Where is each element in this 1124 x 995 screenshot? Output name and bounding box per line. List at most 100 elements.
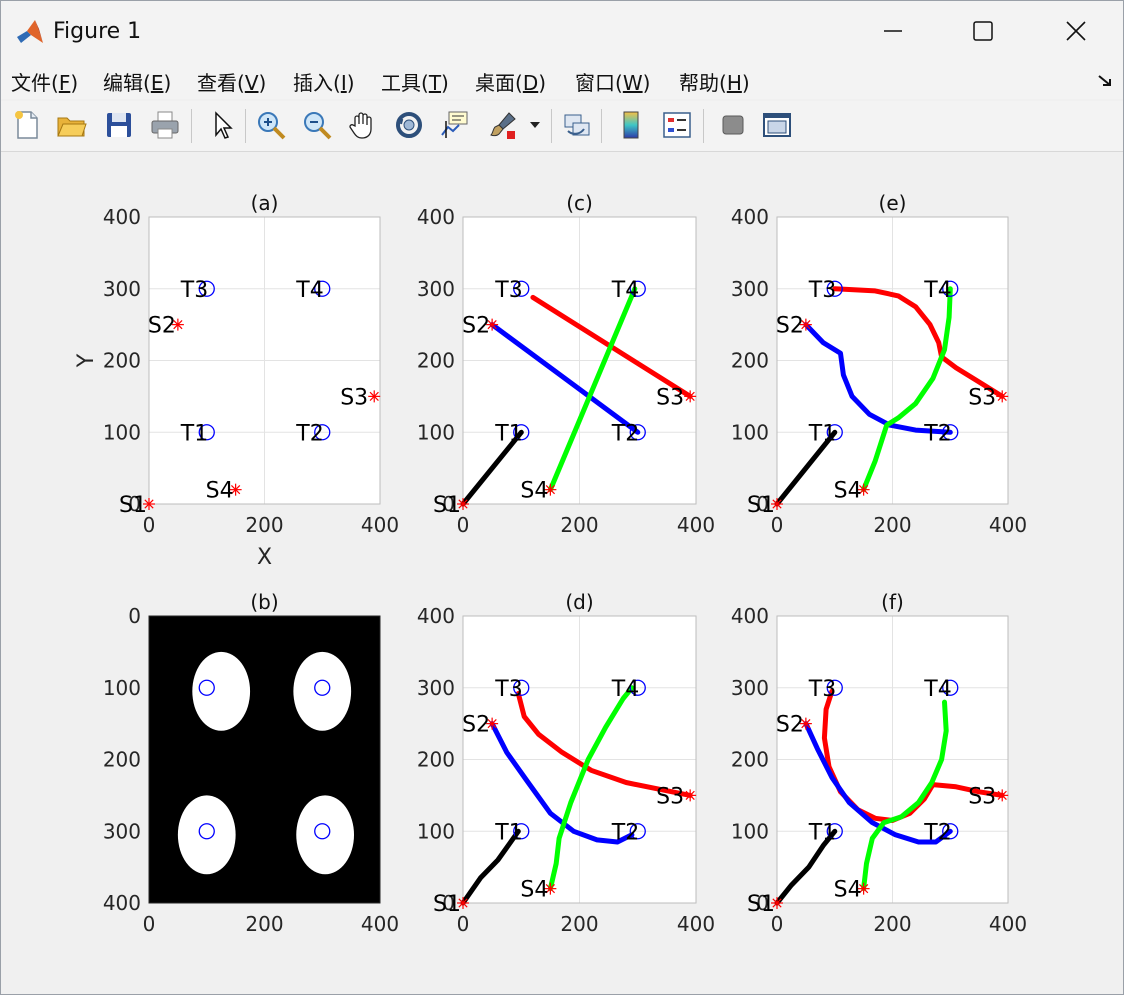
axes-4[interactable]: 0 200 4004003002001000(d)T1 T2T3 T4S1S2S3S4 [417,590,715,936]
start-label: S2 [776,713,804,738]
axes-1[interactable]: 0 200 4004003002001000(a)XYT1 T2T3 T4S1S2S3S… [74,191,399,570]
obstacle-region [296,795,355,875]
menu-view[interactable]: 查看(V) [197,67,266,96]
legend-button[interactable] [659,107,695,143]
start-label: S3 [968,784,996,809]
y-tick-label: 300 [103,277,141,301]
x-tick-label: 400 [989,513,1027,537]
y-tick-label: 200 [103,748,141,772]
axes-5[interactable]: 0 200 4004003002001000(e)T1 T2T3 T4S1S2S3S4 [731,191,1027,537]
print-icon [151,111,179,139]
link-plot-button[interactable] [559,107,595,143]
matlab-logo-icon [17,20,43,43]
menu-tools[interactable]: 工具(T) [381,67,449,96]
start-label: S4 [834,479,862,504]
data-cursor-button[interactable] [437,107,473,143]
toolbar-separator [245,109,246,143]
figure-toolbar [1,101,1123,152]
axes-title: (a) [251,191,279,215]
target-label: T3 [808,278,836,303]
new-figure-button[interactable] [9,107,45,143]
y-axis-label: Y [74,353,99,368]
start-label: S3 [656,784,684,809]
x-tick-label: 0 [143,912,156,936]
brush-icon [490,112,516,139]
start-label: S1 [747,892,775,917]
print-button[interactable] [147,107,183,143]
x-tick-label: 200 [245,513,283,537]
save-button[interactable] [101,107,137,143]
window-title: Figure 1 [53,19,142,44]
x-tick-label: 400 [361,912,399,936]
rotate-3d-button[interactable] [391,107,427,143]
axes-title: (f) [881,590,904,614]
brush-dropdown-icon [530,122,540,128]
target-label: T2 [611,820,639,845]
menu-bar: 文件(F) 编辑(E) 查看(V) 插入(I) 工具(T) 桌面(D) 窗口(W… [1,63,1123,99]
target-label: T1 [494,820,522,845]
start-label: S1 [433,493,461,518]
axes-6[interactable]: 0 200 4004003002001000(f)T1 T2T3 T4S1S2S3S4 [731,590,1027,936]
start-label: S2 [462,713,490,738]
x-tick-label: 400 [677,912,715,936]
hide-tools-button[interactable] [715,107,751,143]
target-label: T1 [808,820,836,845]
menu-insert[interactable]: 插入(I) [293,67,355,96]
pan-button[interactable] [345,107,381,143]
start-label: S1 [119,493,147,518]
target-label: T1 [180,421,208,446]
target-label: T3 [180,278,208,303]
pointer-button[interactable] [203,107,239,143]
y-tick-label: 400 [103,205,141,229]
axes-2[interactable]: 0 200 4000100200300400(b) [103,590,399,936]
toolbar-separator [601,109,602,143]
y-tick-label: 100 [731,420,769,444]
maximize-button[interactable] [953,9,1013,53]
start-marker [684,390,697,403]
start-label: S1 [747,493,775,518]
close-button[interactable] [1046,9,1106,53]
minimize-button[interactable] [863,9,923,53]
title-bar[interactable]: Figure 1 [1,1,1123,63]
open-folder-icon [57,117,87,137]
y-tick-label: 100 [417,819,455,843]
target-label: T2 [295,421,323,446]
brush-dropdown-button[interactable] [525,107,545,143]
x-axis-label: X [257,545,272,570]
colorbar-icon [623,111,639,139]
brush-button[interactable] [485,107,521,143]
figure-canvas[interactable]: 0 200 400 400 300 200 100 0 (a) X Y T1 T2 T3 T4 S1 S2 S3 S… [1,152,1123,994]
obstacle-region [293,651,352,731]
axes-title: (d) [565,590,593,614]
axes-3[interactable]: 0 200 4004003002001000(c)T1 T2T3 T4S1S2S3S4 [417,191,715,537]
toolbar-separator [551,109,552,143]
menu-edit[interactable]: 编辑(E) [103,67,171,96]
zoom-in-button[interactable] [253,107,289,143]
colorbar-button[interactable] [613,107,649,143]
start-label: S4 [206,479,234,504]
x-tick-label: 400 [677,513,715,537]
open-button[interactable] [53,107,89,143]
menu-window[interactable]: 窗口(W) [575,67,650,96]
menu-file[interactable]: 文件(F) [11,67,78,96]
close-icon [1066,21,1086,41]
zoom-out-button[interactable] [299,107,335,143]
y-tick-label: 300 [103,819,141,843]
target-label: T1 [494,421,522,446]
menu-help[interactable]: 帮助(H) [679,67,750,96]
y-tick-label: 200 [731,349,769,373]
save-icon [107,113,131,137]
legend-icon [663,112,691,138]
y-tick-label: 400 [731,604,769,628]
dock-icon [763,113,791,137]
menu-desktop[interactable]: 桌面(D) [475,67,546,96]
menu-undock-arrow-icon[interactable] [1095,71,1115,91]
dock-button[interactable] [759,107,795,143]
y-tick-label: 200 [417,349,455,373]
y-tick-label: 200 [417,748,455,772]
start-label: S3 [968,385,996,410]
y-tick-label: 300 [417,676,455,700]
toolbar-separator [703,109,704,143]
target-label: T4 [295,278,323,303]
x-tick-label: 200 [560,912,598,936]
